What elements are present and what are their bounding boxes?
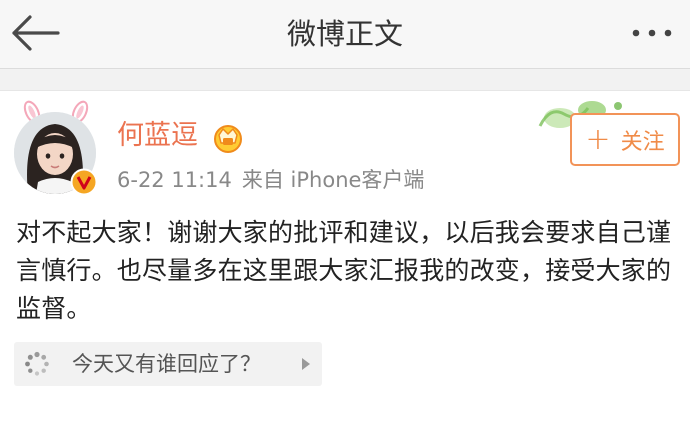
reply-prompt-bar[interactable]: 今天又有谁回应了？ <box>14 342 322 386</box>
post-meta: 6-22 11:14 来自 iPhone客户端 <box>117 165 424 195</box>
plus-icon: + <box>585 121 611 157</box>
top-navigation-bar: 微博正文 <box>0 0 690 68</box>
more-dots-icon[interactable] <box>628 18 676 48</box>
page-title: 微博正文 <box>286 17 403 51</box>
post-source: 来自 iPhone客户端 <box>241 168 425 192</box>
verified-v-icon <box>70 168 98 196</box>
author-avatar[interactable] <box>10 100 102 200</box>
follow-label: 关注 <box>620 129 665 155</box>
follow-button[interactable]: + 关注 <box>570 113 680 166</box>
author-name[interactable]: 何蓝逗 <box>117 118 198 154</box>
section-gap <box>0 69 690 91</box>
post-time: 6-22 11:14 <box>117 168 232 192</box>
reply-prompt-text: 今天又有谁回应了？ <box>72 352 261 376</box>
post-text: 对不起大家！谢谢大家的批评和建议，以后我会要求自己谨言慎行。也尽量多在这里跟大家… <box>16 218 672 323</box>
loading-dots-icon <box>25 351 49 376</box>
vip-crown-icon <box>214 125 242 153</box>
triangle-right-icon <box>302 358 310 370</box>
